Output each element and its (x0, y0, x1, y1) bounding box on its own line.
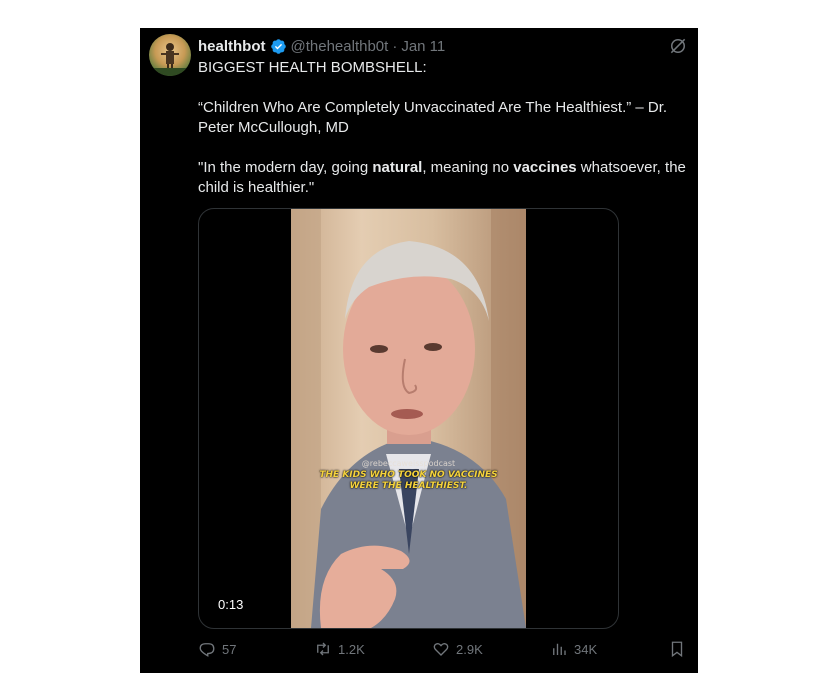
tweet-text: BIGGEST HEALTH BOMBSHELL: “Children Who … (198, 58, 698, 198)
tweet-date[interactable]: Jan 11 (401, 38, 445, 55)
heart-icon (433, 642, 449, 656)
like-count: 2.9K (456, 641, 483, 657)
reply-count: 57 (222, 641, 237, 657)
grok-icon[interactable] (668, 36, 688, 56)
video-player[interactable]: @rebeccaweisspodcast THE KIDS WHO TOOK N… (198, 208, 619, 629)
bookmark-button[interactable] (668, 640, 692, 658)
views-count: 34K (574, 641, 598, 657)
video-thumbnail (291, 209, 526, 628)
views-button[interactable]: 34K (550, 640, 597, 658)
bookmark-icon (671, 641, 683, 658)
reply-button[interactable]: 57 (198, 640, 236, 658)
author-handle[interactable]: @thehealthb0t (291, 38, 389, 55)
video-watermark: @rebeccaweisspodcast (361, 459, 456, 468)
action-bar: 57 1.2K 2.9K 34K (198, 640, 698, 660)
repost-button[interactable]: 1.2K (314, 640, 365, 658)
tweet-card[interactable]: healthbot @thehealthb0t · Jan 11 BIGGEST… (140, 28, 698, 673)
tweet-header: healthbot @thehealthb0t · Jan 11 (198, 36, 445, 56)
repost-count: 1.2K (338, 641, 365, 657)
repost-icon (317, 642, 329, 656)
verified-badge-icon (270, 38, 286, 54)
tweet-quote-2: "In the modern day, going natural, meani… (198, 159, 686, 196)
tweet-headline: BIGGEST HEALTH BOMBSHELL: (198, 59, 427, 76)
video-caption: THE KIDS WHO TOOK NO VACCINES WERE THE H… (319, 470, 498, 491)
separator-dot: · (392, 37, 398, 55)
author-name[interactable]: healthbot (198, 38, 266, 55)
tweet-quote-1: “Children Who Are Completely Unvaccinate… (198, 99, 668, 136)
avatar[interactable] (149, 34, 191, 76)
video-timer: 0:13 (218, 597, 244, 612)
video-frame[interactable]: @rebeccaweisspodcast THE KIDS WHO TOOK N… (291, 209, 526, 628)
views-icon (553, 643, 566, 655)
like-button[interactable]: 2.9K (432, 640, 483, 658)
reply-icon (199, 643, 215, 657)
